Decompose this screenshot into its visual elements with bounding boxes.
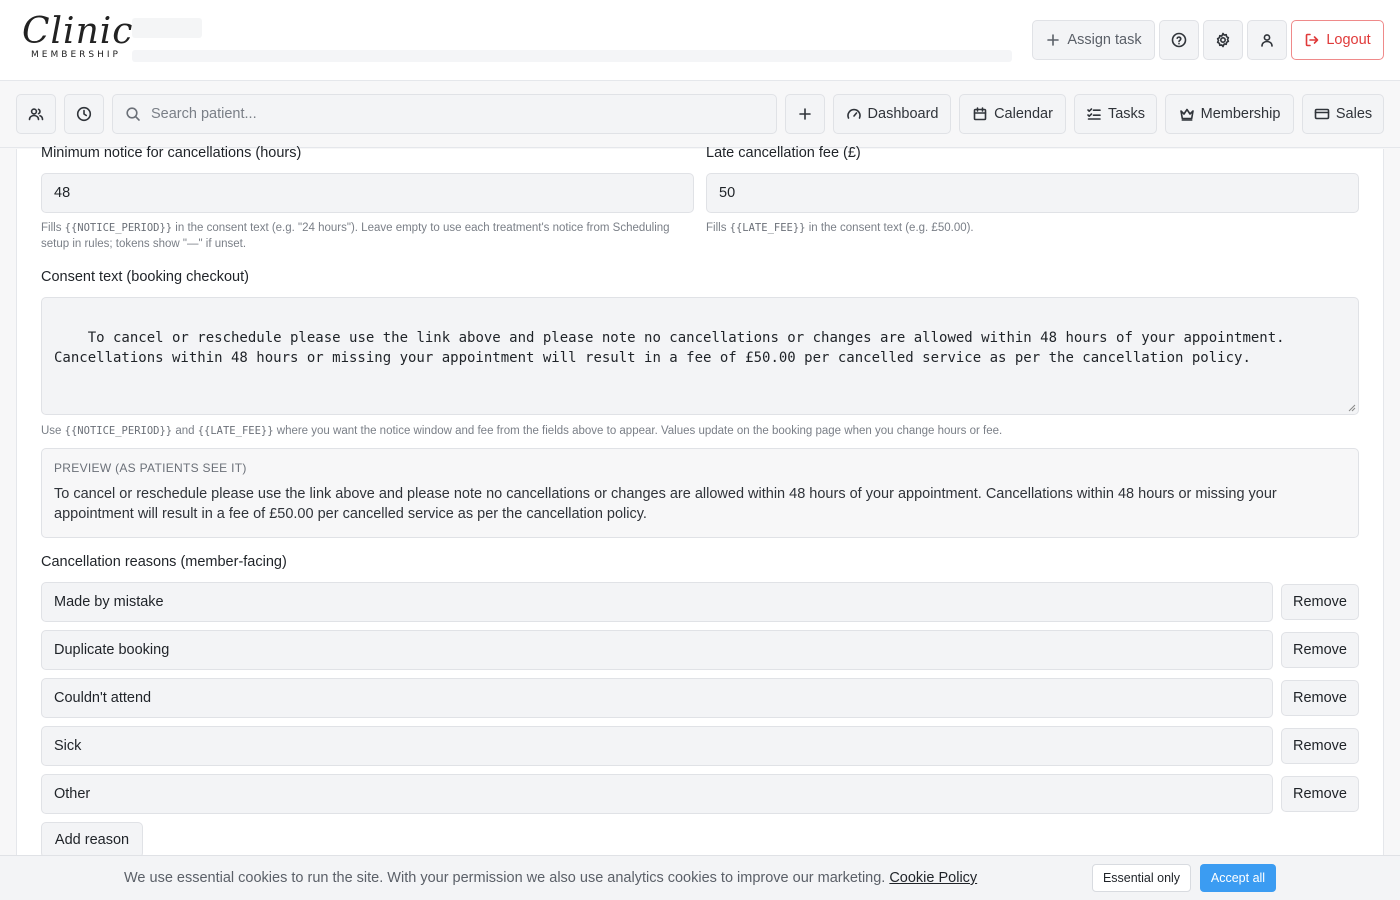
assign-task-label: Assign task	[1067, 32, 1142, 48]
essential-only-button[interactable]: Essential only	[1092, 864, 1191, 892]
preview-heading: PREVIEW (AS PATIENTS SEE IT)	[54, 461, 247, 475]
nav-membership-label: Membership	[1200, 106, 1281, 122]
plus-icon	[799, 108, 811, 120]
reason-row: Other Remove	[41, 774, 1359, 814]
logout-label: Logout	[1326, 32, 1371, 48]
settings-button[interactable]	[1203, 20, 1243, 60]
search-icon	[126, 107, 140, 121]
reason-input[interactable]: Couldn't attend	[41, 678, 1273, 718]
nav-sales-label: Sales	[1335, 106, 1373, 122]
patients-button[interactable]	[16, 94, 56, 134]
consent-preview-box: PREVIEW (AS PATIENTS SEE IT) To cancel o…	[41, 448, 1359, 538]
search-input[interactable]	[151, 106, 751, 122]
fee-hint-prefix: Fills	[706, 222, 730, 234]
logout-icon	[1306, 33, 1319, 47]
resize-grip-icon[interactable]	[1348, 404, 1356, 412]
reason-row: Couldn't attend Remove	[41, 678, 1359, 718]
notice-hint-token: {{NOTICE_PERIOD}}	[64, 222, 173, 234]
nav-sales[interactable]: Sales	[1302, 94, 1384, 134]
people-icon	[28, 108, 44, 121]
clinic-logo[interactable]: Clinic MEMBERSHIP	[22, 10, 134, 70]
consent-hint: Use {{NOTICE_PERIOD}} and {{LATE_FEE}} w…	[41, 423, 1351, 439]
late-fee-hint: Fills {{LATE_FEE}} in the consent text (…	[706, 220, 1356, 236]
assign-task-button[interactable]: Assign task	[1032, 20, 1155, 60]
notice-hours-label: Minimum notice for cancellations (hours)	[41, 145, 302, 161]
clock-icon	[76, 106, 92, 122]
fee-hint-token: {{LATE_FEE}}	[729, 222, 806, 234]
add-reason-button[interactable]: Add reason	[41, 822, 143, 858]
list-check-icon	[1087, 108, 1101, 120]
help-button[interactable]	[1159, 20, 1199, 60]
consent-text-value: To cancel or reschedule please use the l…	[54, 330, 1285, 366]
user-icon	[1261, 34, 1273, 47]
remove-reason-button[interactable]: Remove	[1281, 632, 1359, 668]
remove-reason-button[interactable]: Remove	[1281, 584, 1359, 620]
remove-reason-button[interactable]: Remove	[1281, 776, 1359, 812]
late-fee-field[interactable]: 50	[706, 173, 1359, 213]
nav-toolbar: Dashboard Calendar Tasks Membership Sale…	[0, 81, 1400, 148]
reason-input[interactable]: Sick	[41, 726, 1273, 766]
reason-input[interactable]: Duplicate booking	[41, 630, 1273, 670]
fee-hint-rest: in the consent text (e.g. £50.00).	[805, 222, 974, 234]
nav-tasks-label: Tasks	[1107, 106, 1146, 122]
top-header: Clinic MEMBERSHIP Assign task Logout	[0, 0, 1400, 81]
consent-text-label: Consent text (booking checkout)	[41, 269, 249, 285]
cookie-text: We use essential cookies to run the site…	[124, 870, 886, 886]
logo-script: Clinic	[22, 11, 134, 52]
plus-icon	[1047, 34, 1060, 46]
reason-input[interactable]: Made by mistake	[41, 582, 1273, 622]
recent-button[interactable]	[64, 94, 104, 134]
nav-calendar[interactable]: Calendar	[959, 94, 1066, 134]
search-patient-field[interactable]	[112, 94, 777, 134]
consent-hint-token-notice: {{NOTICE_PERIOD}}	[64, 425, 173, 437]
nav-tasks[interactable]: Tasks	[1074, 94, 1157, 134]
cookie-banner: We use essential cookies to run the site…	[0, 855, 1400, 900]
cancellation-reasons-label: Cancellation reasons (member-facing)	[41, 554, 287, 570]
nav-dashboard[interactable]: Dashboard	[833, 94, 951, 134]
cancellation-settings-panel: Minimum notice for cancellations (hours)…	[16, 145, 1384, 900]
notice-hours-field[interactable]: 48	[41, 173, 694, 213]
reason-row: Duplicate booking Remove	[41, 630, 1359, 670]
faded-page-title	[132, 18, 202, 38]
consent-hint-rest: where you want the notice window and fee…	[273, 425, 1003, 437]
nav-membership[interactable]: Membership	[1165, 94, 1294, 134]
notice-hours-hint: Fills {{NOTICE_PERIOD}} in the consent t…	[41, 220, 691, 252]
remove-reason-button[interactable]: Remove	[1281, 728, 1359, 764]
consent-hint-prefix: Use	[41, 425, 65, 437]
gear-icon	[1216, 32, 1230, 48]
cookie-message: We use essential cookies to run the site…	[124, 870, 977, 886]
remove-reason-button[interactable]: Remove	[1281, 680, 1359, 716]
new-button[interactable]	[785, 94, 825, 134]
help-circle-icon	[1171, 32, 1187, 48]
late-fee-label: Late cancellation fee (£)	[706, 145, 861, 161]
crown-icon	[1179, 108, 1194, 121]
preview-text: To cancel or reschedule please use the l…	[54, 486, 1277, 522]
profile-button[interactable]	[1247, 20, 1287, 60]
logo-subtitle: MEMBERSHIP	[31, 50, 121, 60]
nav-dashboard-label: Dashboard	[867, 106, 939, 122]
nav-calendar-label: Calendar	[994, 106, 1053, 122]
reason-row: Made by mistake Remove	[41, 582, 1359, 622]
gauge-icon	[846, 108, 861, 119]
reason-input[interactable]: Other	[41, 774, 1273, 814]
credit-card-icon	[1314, 108, 1330, 120]
calendar-icon	[973, 107, 987, 121]
reason-row: Sick Remove	[41, 726, 1359, 766]
logout-button[interactable]: Logout	[1291, 20, 1384, 60]
cookie-policy-link[interactable]: Cookie Policy	[889, 870, 977, 886]
faded-page-description	[132, 50, 1012, 62]
consent-hint-token-fee: {{LATE_FEE}}	[197, 425, 274, 437]
notice-hint-prefix: Fills	[41, 222, 65, 234]
consent-textarea[interactable]: To cancel or reschedule please use the l…	[41, 297, 1359, 415]
accept-all-button[interactable]: Accept all	[1200, 864, 1276, 892]
consent-hint-mid: and	[172, 425, 198, 437]
